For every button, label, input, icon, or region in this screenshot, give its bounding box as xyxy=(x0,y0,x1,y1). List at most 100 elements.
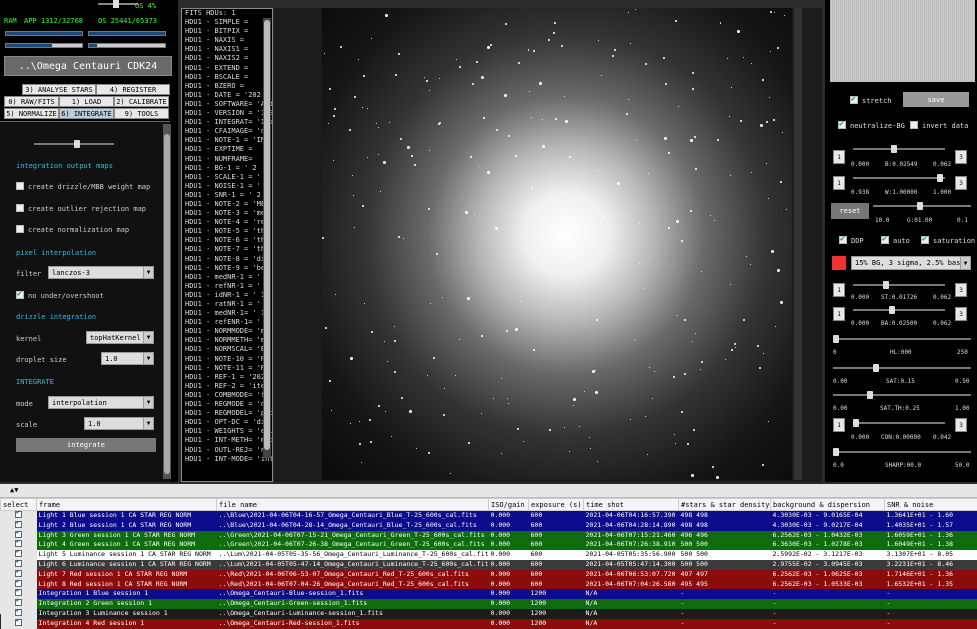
stretch-checkbox[interactable] xyxy=(850,96,858,104)
con-step-1-button[interactable]: 1 xyxy=(833,418,845,432)
select-checkbox[interactable] xyxy=(15,511,22,518)
st-step-3-button[interactable]: 3 xyxy=(955,283,967,297)
g-slider[interactable] xyxy=(873,205,971,207)
select-checkbox[interactable] xyxy=(15,599,22,606)
select-checkbox[interactable] xyxy=(15,531,22,538)
table-row[interactable]: Light 6 Luminance session 1 CA STAR REG … xyxy=(1,560,977,570)
scale-select[interactable]: 1.0▼ xyxy=(84,417,154,430)
column-header[interactable]: exposure (s) xyxy=(529,499,584,511)
ba-step-3-button[interactable]: 3 xyxy=(955,307,967,321)
ddp-checkbox[interactable] xyxy=(839,236,847,244)
hl-slider[interactable] xyxy=(833,338,971,340)
column-header[interactable]: time shot xyxy=(584,499,679,511)
column-header[interactable]: SNR & noise xyxy=(885,499,977,511)
b-step-3-button[interactable]: 3 xyxy=(955,150,967,164)
table-row[interactable]: Light 2 Blue session 1 CA STAR REG NORM.… xyxy=(1,521,977,531)
droplet-select[interactable]: 1.0▼ xyxy=(101,352,154,365)
tab-integrate[interactable]: 6) INTEGRATE xyxy=(59,108,114,119)
save-button[interactable]: save xyxy=(903,92,969,107)
reset-button[interactable]: reset xyxy=(831,203,869,219)
kernel-select[interactable]: topHatKernel▼ xyxy=(86,331,154,344)
star xyxy=(763,353,764,354)
select-checkbox[interactable] xyxy=(15,619,22,626)
con-step-3-button[interactable]: 3 xyxy=(955,418,967,432)
collapse-icon[interactable]: ▲▼ xyxy=(10,486,18,494)
tab-tools[interactable]: 9) TOOLS xyxy=(114,108,169,119)
w-step-3-button[interactable]: 3 xyxy=(955,176,967,190)
preset-color-swatch[interactable] xyxy=(832,256,846,270)
tab-analyse-stars[interactable]: 3) ANALYSE STARS xyxy=(22,84,96,95)
table-row[interactable]: Integration 4 Red session 1..\Omega_Cent… xyxy=(1,619,977,629)
tab-raw-fits[interactable]: 0) RAW/FITS xyxy=(4,96,59,107)
table-row[interactable]: Integration 1 Blue session 1..\Omega_Cen… xyxy=(1,589,977,599)
table-row[interactable]: Integration 2 Green session 1..\Omega_Ce… xyxy=(1,599,977,609)
image-scrollbar[interactable] xyxy=(794,8,802,480)
project-button[interactable]: ..\Omega Centauri CDK24 xyxy=(4,56,172,76)
drizzle-map-checkbox[interactable] xyxy=(16,182,24,190)
astro-image[interactable] xyxy=(322,8,792,480)
no-undershoot-checkbox[interactable] xyxy=(16,291,24,299)
table-row[interactable]: Light 8 Red session 1 CA STAR REG NORM..… xyxy=(1,580,977,590)
sat-th-slider[interactable] xyxy=(833,394,971,396)
select-checkbox[interactable] xyxy=(15,589,22,596)
auto-checkbox[interactable] xyxy=(881,236,889,244)
normalization-map-checkbox[interactable] xyxy=(16,225,24,233)
star xyxy=(455,375,456,376)
select-checkbox[interactable] xyxy=(15,580,22,587)
select-checkbox[interactable] xyxy=(15,521,22,528)
w-step-1-button[interactable]: 1 xyxy=(833,176,845,190)
tab-load[interactable]: 1) LOAD xyxy=(59,96,114,107)
select-checkbox[interactable] xyxy=(15,560,22,567)
select-checkbox[interactable] xyxy=(15,609,22,616)
tab-normalize[interactable]: 5) NORMALIZE xyxy=(4,108,59,119)
w-slider[interactable] xyxy=(853,177,945,179)
saturation-checkbox[interactable] xyxy=(921,236,929,244)
sat-slider[interactable] xyxy=(833,367,971,369)
select-checkbox[interactable] xyxy=(15,540,22,547)
table-row[interactable]: Light 5 Luminance session 1 CA STAR REG … xyxy=(1,550,977,560)
b-slider[interactable] xyxy=(853,148,945,150)
st-slider[interactable] xyxy=(853,284,945,286)
os-slider-handle[interactable] xyxy=(113,0,119,8)
cell-bgd: - xyxy=(771,619,885,629)
ba-step-1-button[interactable]: 1 xyxy=(833,307,845,321)
fits-header-scrollbar[interactable] xyxy=(263,18,271,458)
cell-snr: 3.1307E+01 - 8.05 xyxy=(885,550,977,560)
column-header[interactable]: background & dispersion xyxy=(771,499,885,511)
neutralize-bg-label: neutralize-BG xyxy=(850,122,905,130)
fits-header-list[interactable]: FITS HDUs: 1HDU1 - SIMPLE =HDU1 - BITPIX… xyxy=(181,8,273,482)
b-step-1-button[interactable]: 1 xyxy=(833,150,845,164)
st-step-1-button[interactable]: 1 xyxy=(833,283,845,297)
mode-select[interactable]: interpolation▼ xyxy=(48,396,154,409)
left-panel-scrollbar[interactable] xyxy=(163,124,171,479)
star xyxy=(603,215,605,217)
table-row[interactable]: Light 4 Green session 1 CA STAR REG NORM… xyxy=(1,540,977,550)
panel-slider[interactable] xyxy=(34,143,114,145)
image-viewer[interactable] xyxy=(274,8,822,482)
select-checkbox[interactable] xyxy=(15,570,22,577)
tab-calibrate[interactable]: 2) CALIBRATE xyxy=(114,96,169,107)
outlier-map-checkbox[interactable] xyxy=(16,204,24,212)
table-row[interactable]: Light 1 Blue session 1 CA STAR REG NORM.… xyxy=(1,511,977,521)
column-header[interactable]: select xyxy=(1,499,37,511)
sharp-slider[interactable] xyxy=(833,451,971,453)
star xyxy=(487,171,490,174)
table-row[interactable]: Light 7 Red session 1 CA STAR REG NORM..… xyxy=(1,570,977,580)
invert-data-checkbox[interactable] xyxy=(910,121,918,129)
con-slider[interactable] xyxy=(853,422,945,424)
column-header[interactable]: frame xyxy=(37,499,217,511)
tab-register[interactable]: 4) REGISTER xyxy=(96,84,170,95)
neutralize-bg-checkbox[interactable] xyxy=(838,121,846,129)
ba-slider[interactable] xyxy=(853,309,945,311)
filter-select[interactable]: lanczos-3▼ xyxy=(48,266,154,279)
ba-value: BA:0.02500 xyxy=(881,320,917,327)
fits-header-line: HDU1 - medNR-1= ' 1 xyxy=(182,309,272,318)
table-row[interactable]: Light 3 Green session 1 CA STAR REG NORM… xyxy=(1,531,977,541)
star xyxy=(334,108,336,110)
column-header[interactable]: #stars & star density xyxy=(679,499,771,511)
preset-select[interactable]: 15% BG, 3 sigma, 2.5% base▼ xyxy=(851,256,971,270)
select-checkbox[interactable] xyxy=(15,550,22,557)
column-header[interactable]: file name xyxy=(217,499,489,511)
integrate-button[interactable]: integrate xyxy=(16,438,156,452)
column-header[interactable]: ISO/gain xyxy=(489,499,529,511)
